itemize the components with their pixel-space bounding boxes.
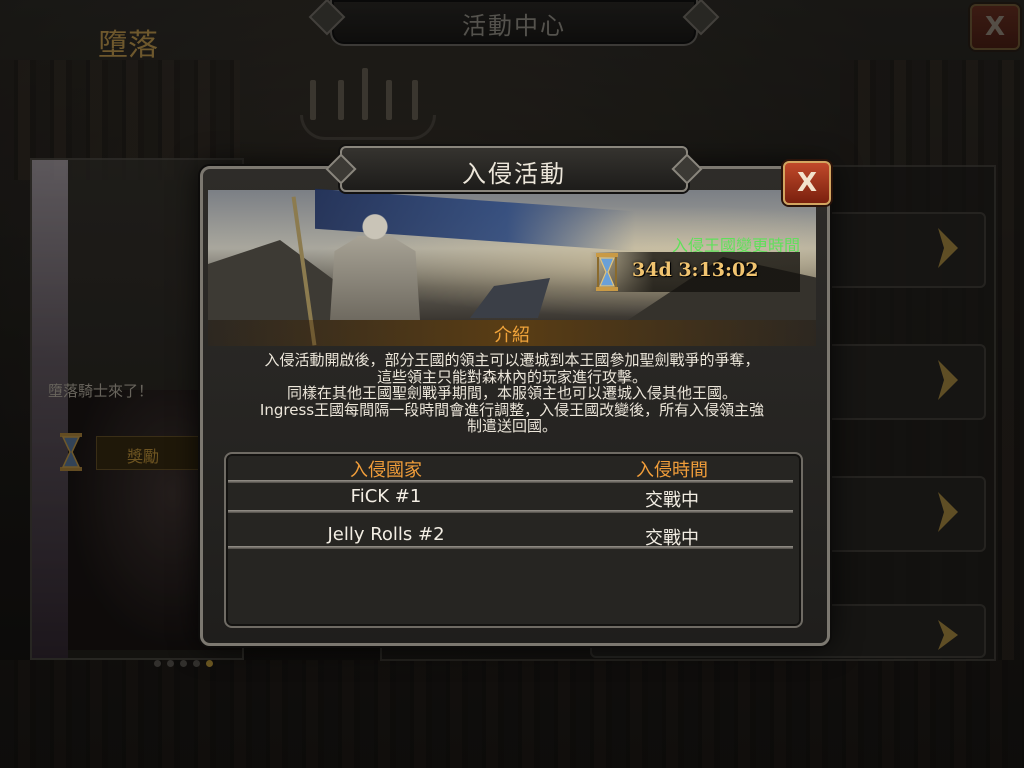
column-header-time: 入侵時間 [636, 460, 708, 481]
column-header-kingdom: 入侵國家 [350, 460, 422, 481]
description-line: Ingress王國每間隔一段時間會進行調整，入侵王國改變後，所有入侵領主強 [259, 400, 765, 419]
table-divider [228, 480, 793, 483]
description-line: 同樣在其他王國聖劍戰爭期間，本服領主也可以遷城入侵其他王國。 [286, 384, 737, 402]
close-dialog-button[interactable]: X [783, 161, 831, 205]
intro-label: 介紹 [494, 325, 530, 346]
invasion-timer: 34d 3:13:02 [632, 259, 759, 281]
event-description: 入侵活動開啟後，部分王國的領主可以遷城到本王國參加聖劍戰爭的爭奪， 這些領主只能… [226, 352, 798, 435]
hourglass-icon [596, 253, 618, 291]
dialog-title: 入侵活動 [462, 160, 566, 188]
table-cell-status: 交戰中 [645, 490, 699, 511]
table-cell-kingdom: FiCK #1 [350, 486, 422, 507]
description-line: 制遣送回國。 [466, 417, 557, 435]
table-cell-kingdom: Jelly Rolls #2 [327, 524, 445, 545]
description-line: 入侵活動開啟後，部分王國的領主可以遷城到本王國參加聖劍戰爭的爭奪， [264, 351, 760, 369]
description-line: 這些領主只能對森林內的玩家進行攻擊。 [376, 367, 647, 386]
table-divider [228, 546, 793, 549]
table-divider [228, 510, 793, 513]
intro-bar: 介紹 [208, 320, 816, 346]
dialog-title-bar: 入侵活動 [340, 146, 688, 192]
close-icon: X [796, 168, 818, 198]
